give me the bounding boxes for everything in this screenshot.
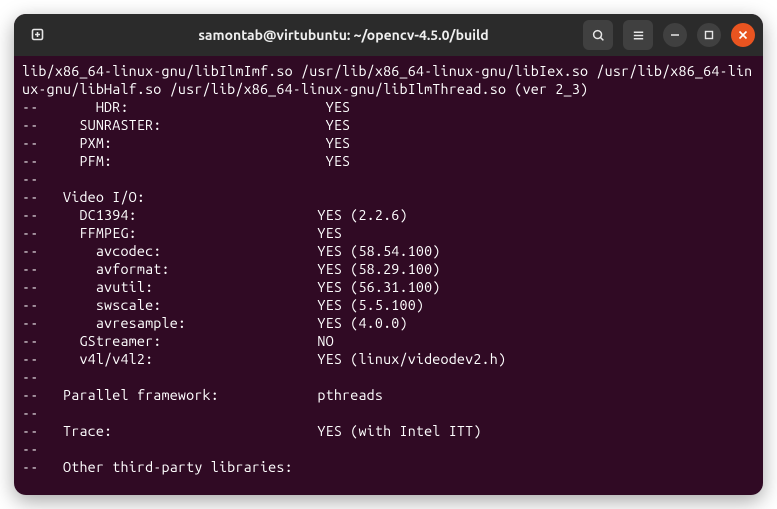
minimize-icon [670,30,680,40]
minimize-button[interactable] [663,23,687,47]
maximize-icon [704,30,714,40]
new-tab-icon [30,27,46,43]
titlebar-left [22,20,122,50]
titlebar-right [565,20,755,50]
close-icon [738,30,748,40]
new-tab-button[interactable] [22,20,54,50]
terminal-lines: -- HDR: YES -- SUNRASTER: YES -- PXM: YE… [22,98,755,476]
terminal-body[interactable]: lib/x86_64-linux-gnu/libIlmImf.so /usr/l… [14,56,763,495]
search-button[interactable] [583,20,613,50]
hamburger-icon [631,28,646,43]
maximize-button[interactable] [697,23,721,47]
close-button[interactable] [731,23,755,47]
menu-button[interactable] [623,20,653,50]
window-title: samontab@virtubuntu: ~/opencv-4.5.0/buil… [128,27,559,43]
titlebar: samontab@virtubuntu: ~/opencv-4.5.0/buil… [14,14,763,56]
terminal-window: samontab@virtubuntu: ~/opencv-4.5.0/buil… [14,14,763,495]
search-icon [591,28,606,43]
terminal-wrapped-line: lib/x86_64-linux-gnu/libIlmImf.so /usr/l… [22,62,755,98]
